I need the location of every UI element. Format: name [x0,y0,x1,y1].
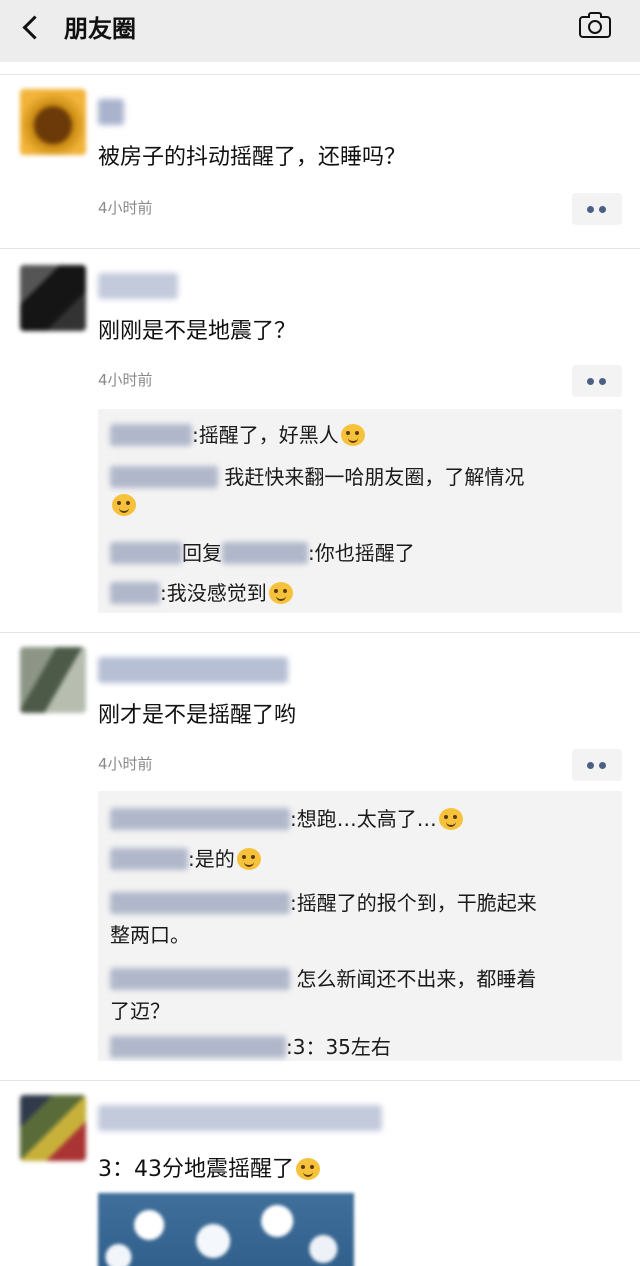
comment-item[interactable]: :是的 [110,843,261,872]
post-text: 刚才是不是摇醒了哟 [98,703,297,728]
comment-section: :想跑…太高了… :是的 :摇醒了的报个到，干脆起来 整两口。 怎么新闻还不出来… [98,791,622,1061]
post-time: 4小时前 [98,199,153,217]
nickname[interactable] [98,657,288,683]
post-text: 3：43分地震摇醒了 [98,1151,320,1183]
more-actions-button[interactable] [572,193,622,225]
comment-item[interactable]: 回复:你也摇醒了 [110,537,415,566]
nickname[interactable] [98,99,124,125]
comment-item-continued [110,493,136,517]
camera-icon[interactable] [578,11,612,39]
comment-item[interactable]: :摇醒了的报个到，干脆起来 [110,887,537,916]
moment-post: 刚刚是不是地震了？ 4小时前 :摇醒了，好黑人 我赶快来翻一哈朋友圈，了解情况 … [0,248,640,632]
commenter-name[interactable] [110,892,290,914]
moment-post: 刚才是不是摇醒了哟 4小时前 :想跑…太高了… :是的 :摇醒了的报个到，干脆起… [0,632,640,1080]
comment-item-continued: 了迈？ [110,999,170,1023]
comment-item-continued: 整两口。 [110,923,190,947]
back-arrow-icon[interactable] [18,13,48,43]
comment-item[interactable]: 怎么新闻还不出来，都睡着 [110,963,536,992]
more-actions-button[interactable] [572,365,622,397]
nickname[interactable] [98,273,178,299]
post-time: 4小时前 [98,755,153,773]
post-photo-clouds[interactable] [98,1193,354,1266]
avatar[interactable] [20,265,86,331]
avatar[interactable] [20,647,86,713]
sob-emoji-icon [268,582,293,604]
comment-item[interactable]: :3：35左右 [110,1031,391,1060]
comment-section: :摇醒了，好黑人 我赶快来翻一哈朋友圈，了解情况 回复:你也摇醒了 :我没感觉到 [98,409,622,613]
commenter-name[interactable] [110,466,218,488]
commenter-name[interactable] [110,968,290,990]
comment-item[interactable]: :摇醒了，好黑人 [110,419,365,448]
avatar[interactable] [20,1095,86,1161]
moment-post: 3：43分地震摇醒了 [0,1080,640,1266]
top-navigation-bar: 朋友圈 [0,0,640,62]
commenter-name[interactable] [110,542,182,564]
smirk-emoji-icon [340,424,365,446]
sob-emoji-icon [236,848,261,870]
commenter-name[interactable] [110,1036,286,1058]
post-time: 4小时前 [98,371,153,389]
more-actions-button[interactable] [572,749,622,781]
moment-post: 被房子的抖动摇醒了，还睡吗？ 4小时前 [0,74,640,248]
page-title: 朋友圈 [64,15,136,43]
commenter-name[interactable] [110,424,192,446]
comment-item[interactable]: :想跑…太高了… [110,803,463,832]
commenter-name[interactable] [110,848,188,870]
commenter-name[interactable] [110,582,160,604]
nickname[interactable] [98,1105,382,1131]
comment-item[interactable]: :我没感觉到 [110,577,293,606]
commenter-name[interactable] [110,808,290,830]
comment-item[interactable]: 我赶快来翻一哈朋友圈，了解情况 [110,461,524,490]
avatar[interactable] [20,89,86,155]
thinking-emoji-icon [438,808,463,830]
shocked-emoji-icon [296,1158,320,1180]
reply-target-name[interactable] [222,542,308,564]
tears-of-joy-emoji-icon [112,494,136,516]
post-text: 被房子的抖动摇醒了，还睡吗？ [98,145,407,170]
post-text: 刚刚是不是地震了？ [98,319,297,344]
